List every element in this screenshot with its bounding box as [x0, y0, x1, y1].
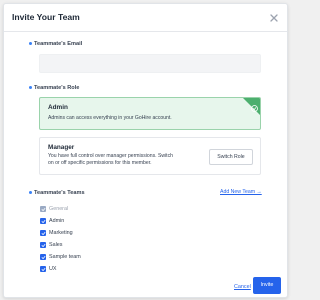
role-name: Manager [48, 144, 75, 151]
team-label: Sales [49, 242, 63, 248]
checkbox-checked-icon[interactable] [40, 242, 46, 248]
switch-role-button[interactable]: Switch Role [209, 149, 253, 165]
checkbox-checked-icon[interactable] [40, 254, 46, 260]
team-label: Marketing [49, 230, 73, 236]
role-section-label: Teammate's Role [29, 85, 80, 91]
team-label: UX [49, 266, 57, 272]
checkbox-checked-icon[interactable] [40, 230, 46, 236]
cancel-link[interactable]: Cancel [234, 284, 251, 290]
email-label: Teammate's Email [34, 41, 83, 47]
modal-header: Invite Your Team [4, 4, 287, 32]
role-description-line-1: You have full control over manager permi… [48, 153, 173, 159]
close-icon[interactable] [269, 10, 279, 22]
modal-title: Invite Your Team [12, 12, 80, 22]
role-label: Teammate's Role [34, 85, 80, 91]
bullet-icon [29, 42, 32, 45]
role-name: Admin [48, 104, 68, 111]
check-circle-icon [251, 99, 258, 112]
role-description-line-2: on or off specific permissions for this … [48, 160, 152, 166]
bullet-icon [29, 86, 32, 89]
role-option-admin[interactable]: Admin Admins can access everything in yo… [39, 97, 261, 130]
bullet-icon [29, 191, 32, 194]
team-label: Admin [49, 218, 65, 224]
invite-button[interactable]: Invite [253, 277, 281, 294]
role-option-manager[interactable]: Manager You have full control over manag… [39, 137, 261, 175]
invite-team-modal: Invite Your Team Teammate's Email Teamma… [3, 3, 288, 298]
modal-footer: Cancel Invite [4, 274, 287, 297]
add-new-team-link[interactable]: Add New Team → [220, 189, 262, 195]
email-section-label: Teammate's Email [29, 41, 83, 47]
checkbox-checked-icon[interactable] [40, 266, 46, 272]
email-field[interactable] [39, 54, 261, 73]
team-label: Sample team [49, 254, 81, 260]
role-description: Admins can access everything in your GoH… [48, 115, 172, 121]
checkbox-checked-icon [40, 206, 46, 212]
team-label: General [49, 206, 69, 212]
checkbox-checked-icon[interactable] [40, 218, 46, 224]
teams-section-label: Teammate's Teams [29, 190, 85, 196]
teams-label: Teammate's Teams [34, 190, 85, 196]
